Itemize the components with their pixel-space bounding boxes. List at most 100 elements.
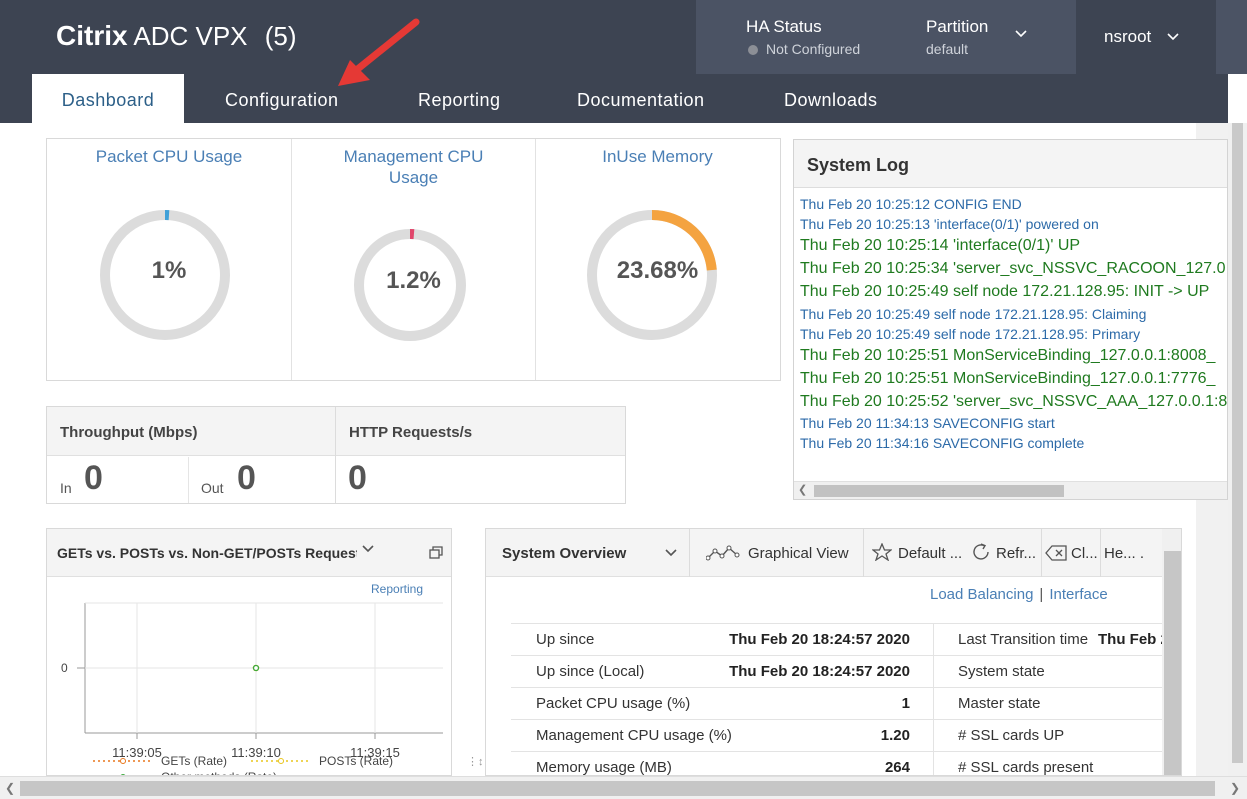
log-line: Thu Feb 20 10:25:12 CONFIG END — [800, 196, 1022, 212]
refresh-label[interactable]: Refr... — [996, 545, 1036, 562]
overview-title[interactable]: System Overview — [502, 529, 626, 577]
log-line: Thu Feb 20 10:25:49 self node 172.21.128… — [800, 326, 1141, 342]
tab-documentation[interactable]: Documentation — [577, 74, 705, 123]
user-menu[interactable]: nsroot — [1076, 0, 1216, 74]
row-value: 264 — [884, 759, 910, 776]
log-line: Thu Feb 20 10:25:13 'interface(0/1)' pow… — [800, 216, 1099, 232]
clear-label[interactable]: Cl... — [1071, 545, 1098, 562]
restore-window-icon[interactable] — [429, 546, 443, 559]
overview-links: Load Balancing | Interface — [930, 586, 1108, 603]
gauge-value: 1.2% — [386, 267, 441, 294]
vertical-scrollbar[interactable] — [1162, 529, 1181, 775]
user-name[interactable]: nsroot — [1104, 27, 1180, 47]
divider — [933, 752, 934, 775]
line-graph-icon — [705, 545, 740, 561]
chevron-down-icon[interactable] — [361, 541, 375, 559]
help-button[interactable]: He... . — [1104, 529, 1144, 577]
gauge-panel: Packet CPU Usage 1% Management CPU Usage… — [46, 138, 781, 381]
row-value: Thu Feb 20 18:24:57 2020 — [729, 631, 910, 648]
horizontal-scrollbar[interactable]: ❮ — [794, 481, 1227, 499]
scrollbar-thumb[interactable] — [1232, 123, 1243, 763]
load-balancing-link[interactable]: Load Balancing — [930, 586, 1033, 603]
row-value: 1 — [901, 695, 910, 712]
graphical-view-label[interactable]: Graphical View — [748, 545, 849, 562]
log-line: Thu Feb 20 11:34:16 SAVECONFIG complete — [800, 435, 1085, 451]
default-label[interactable]: Default ... — [898, 545, 962, 562]
system-log-header: System Log — [794, 140, 1227, 188]
system-overview-panel: System Overview Graphical View Default .… — [485, 528, 1182, 776]
red-arrow-annotation — [338, 18, 420, 86]
http-requests-value: 0 — [348, 459, 367, 497]
divider — [933, 624, 934, 656]
data-point — [252, 664, 260, 672]
row-label: Up since (Local) — [536, 663, 645, 680]
throughput-header: Throughput (Mbps) HTTP Requests/s — [47, 407, 625, 456]
chart-grid: 011:39:05 11:39:10 11:39:15 — [61, 602, 443, 760]
scroll-left-icon[interactable]: ❮ — [5, 781, 15, 795]
log-line: Thu Feb 20 10:25:49 self node 172.21.128… — [800, 283, 1210, 300]
log-line: Thu Feb 20 10:25:51 MonServiceBinding_12… — [800, 370, 1216, 387]
scroll-right-icon[interactable]: ❯ — [1230, 781, 1240, 795]
panel-resize-handle-icon[interactable]: ⋮↕ — [467, 755, 484, 768]
http-requests-title: HTTP Requests/s — [349, 424, 473, 441]
clear-button[interactable]: Cl... — [1045, 529, 1098, 577]
gauge-value: 23.68% — [616, 257, 699, 284]
divider — [689, 529, 690, 577]
ha-status-text: Not Configured — [766, 41, 861, 57]
throughput-title: Throughput (Mbps) — [60, 424, 198, 441]
scroll-left-icon[interactable]: ❮ — [798, 483, 807, 496]
overview-toolbar: System Overview Graphical View Default .… — [486, 529, 1162, 577]
throughput-panel: Throughput (Mbps) HTTP Requests/s In 0 O… — [46, 406, 626, 504]
ha-status-label: HA Status — [746, 17, 822, 36]
page-vertical-scrollbar[interactable] — [1228, 123, 1247, 776]
chevron-down-icon[interactable] — [664, 529, 678, 577]
graphical-view-button[interactable]: Graphical View — [705, 529, 849, 577]
default-button[interactable]: Default ... — [871, 529, 962, 577]
scrollbar-thumb[interactable] — [20, 781, 1215, 796]
gauge-value: 1% — [151, 257, 187, 284]
requests-line-chart: 011:39:05 11:39:10 11:39:15 GETs (Rate) POS… — [61, 602, 443, 775]
page-horizontal-scrollbar[interactable]: ❮ ❯ — [0, 776, 1247, 799]
gauge-title[interactable]: InUse Memory — [536, 146, 779, 167]
row-label: Up since — [536, 631, 595, 648]
legend-label: POSTs (Rate) — [319, 754, 393, 768]
scrollbar-thumb[interactable] — [814, 485, 1064, 497]
scrollbar-thumb[interactable] — [1164, 551, 1181, 775]
partition-label[interactable]: Partition — [926, 17, 988, 37]
tab-downloads[interactable]: Downloads — [784, 74, 878, 123]
row-label: # SSL cards present — [958, 759, 1094, 776]
main-tabs: Dashboard Configuration Reporting Docume… — [0, 74, 1228, 123]
interface-link[interactable]: Interface — [1049, 586, 1107, 603]
table-row: Management CPU usage (%) 1.20 # SSL card… — [511, 719, 1162, 752]
gauge-packet-cpu: Packet CPU Usage 1% — [47, 139, 291, 380]
gauge-title[interactable]: Packet CPU Usage — [47, 146, 291, 167]
log-line: Thu Feb 20 11:34:13 SAVECONFIG start — [800, 415, 1055, 431]
tab-reporting[interactable]: Reporting — [418, 74, 501, 123]
status-dot-icon — [748, 45, 758, 55]
refresh-button[interactable]: Refr... — [972, 529, 1036, 577]
partition-value[interactable]: default — [926, 41, 968, 57]
chart-header: GETs vs. POSTs vs. Non-GET/POSTs Request — [47, 529, 451, 577]
divider — [933, 720, 934, 752]
row-label: Memory usage (MB) — [536, 759, 672, 776]
chart-marks — [252, 664, 260, 672]
chevron-down-icon[interactable] — [1166, 30, 1180, 45]
brand-name: Citrix — [56, 20, 128, 51]
refresh-icon — [973, 543, 989, 560]
row-label: Management CPU usage (%) — [536, 727, 732, 744]
user-label[interactable]: nsroot — [1104, 27, 1151, 46]
row-label: Last Transition time — [958, 631, 1089, 648]
ha-status-value: Not Configured — [748, 41, 860, 57]
row-value: Thu Feb 2 — [1098, 631, 1169, 648]
tab-dashboard[interactable]: Dashboard — [32, 74, 184, 123]
gauge-title[interactable]: Management CPU Usage — [292, 146, 535, 188]
legend-marker — [120, 758, 126, 764]
table-row: Packet CPU usage (%) 1 Master state — [511, 687, 1162, 720]
throughput-in-label: In — [60, 480, 72, 496]
gauge-inuse-memory: InUse Memory 23.68% — [535, 139, 779, 380]
chevron-down-icon[interactable] — [1014, 26, 1028, 42]
log-line: Thu Feb 20 10:25:52 'server_svc_NSSVC_AA… — [800, 393, 1228, 410]
tab-configuration[interactable]: Configuration — [225, 74, 339, 123]
throughput-in-value: 0 — [84, 459, 103, 497]
throughput-out-value: 0 — [237, 459, 256, 497]
